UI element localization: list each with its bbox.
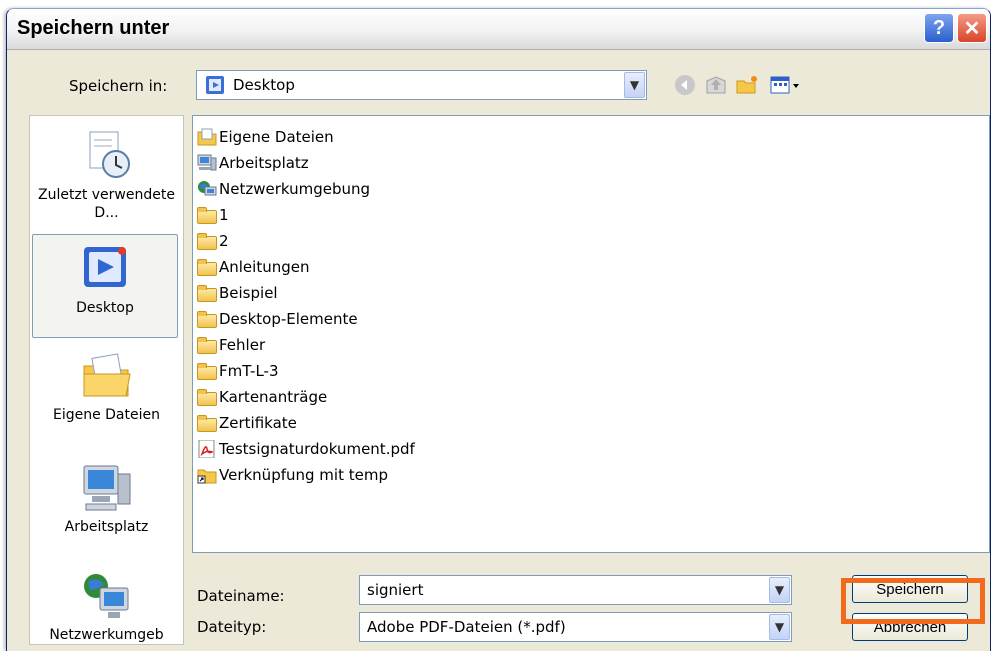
file-label: Fehler [219,336,266,354]
file-list[interactable]: Eigene Dateien Arbeitsplatz Netzwerkumge… [192,115,990,553]
list-item[interactable]: Fehler [197,332,265,358]
network-icon [197,180,217,198]
place-my-documents-label: Eigene Dateien [52,407,160,423]
filename-value: signiert [367,581,424,599]
up-folder-icon[interactable] [704,73,728,97]
filename-label: Dateiname: [197,587,285,605]
highlight-box [841,578,985,624]
network-icon [80,568,134,622]
file-label: Kartenanträge [219,388,328,406]
file-label: 1 [219,206,229,224]
chevron-down-icon[interactable]: ▼ [624,72,645,98]
place-network[interactable]: Netzwerkumgeb [30,568,183,644]
my-documents-icon [197,128,217,146]
chevron-down-icon[interactable]: ▼ [769,614,790,640]
my-documents-icon [80,348,134,402]
folder-icon [197,414,217,432]
save-in-dropdown[interactable]: Desktop ▼ [196,70,647,100]
back-icon[interactable] [673,73,697,97]
title-bar[interactable]: Speichern unter ? ✕ [7,9,990,50]
save-in-label: Speichern in: [69,77,168,95]
shortcut-folder-icon [197,466,217,484]
list-item[interactable]: Verknüpfung mit temp [197,462,388,488]
file-label: Testsignaturdokument.pdf [219,440,415,458]
file-label: Netzwerkumgebung [219,180,371,198]
list-item[interactable]: Eigene Dateien [197,124,334,150]
folder-icon [197,362,217,380]
save-as-dialog: Speichern unter ? ✕ Speichern in: Deskto… [6,8,991,651]
places-bar: Zuletzt verwendete D... Desktop Eigene D… [29,115,184,645]
file-label: Eigene Dateien [219,128,334,146]
file-label: FmT-L-3 [219,362,279,380]
my-computer-icon [80,460,134,514]
folder-icon [197,206,217,224]
chevron-down-icon[interactable]: ▼ [769,577,790,603]
folder-icon [197,336,217,354]
list-item[interactable]: 2 [197,228,229,254]
dialog-title: Speichern unter [17,17,170,39]
desktop-icon [78,241,132,295]
desktop-small-icon [205,75,225,95]
filetype-dropdown[interactable]: Adobe PDF-Dateien (*.pdf) ▼ [359,612,792,642]
list-item[interactable]: Kartenanträge [197,384,327,410]
place-recent-label: Zuletzt verwendete D... [38,187,175,221]
my-computer-icon [197,154,217,172]
file-label: Anleitungen [219,258,310,276]
file-label: Arbeitsplatz [219,154,309,172]
filetype-value: Adobe PDF-Dateien (*.pdf) [367,618,566,636]
file-label: Beispiel [219,284,278,302]
folder-icon [197,388,217,406]
filename-input[interactable]: signiert ▼ [359,575,792,605]
save-in-value: Desktop [233,76,295,94]
recent-docs-icon [80,128,134,182]
place-desktop-label: Desktop [76,300,134,316]
folder-icon [197,232,217,250]
file-label: 2 [219,232,229,250]
place-my-computer-label: Arbeitsplatz [64,519,149,535]
place-network-label: Netzwerkumgeb [49,627,164,643]
file-label: Desktop-Elemente [219,310,358,328]
list-item[interactable]: Beispiel [197,280,278,306]
folder-icon [197,284,217,302]
list-item[interactable]: Arbeitsplatz [197,150,309,176]
place-recent[interactable]: Zuletzt verwendete D... [30,128,183,222]
help-button[interactable]: ? [924,13,954,43]
list-item[interactable]: FmT-L-3 [197,358,279,384]
file-label: Verknüpfung mit temp [219,466,388,484]
list-item[interactable]: Testsignaturdokument.pdf [197,436,415,462]
pdf-file-icon [197,439,217,459]
place-my-computer[interactable]: Arbeitsplatz [30,460,183,536]
list-item[interactable]: 1 [197,202,229,228]
filetype-label: Dateityp: [197,618,267,636]
list-item[interactable]: Anleitungen [197,254,309,280]
file-label: Zertifikate [219,414,297,432]
folder-icon [197,310,217,328]
list-item[interactable]: Desktop-Elemente [197,306,358,332]
new-folder-icon[interactable] [735,73,759,97]
list-item[interactable]: Netzwerkumgebung [197,176,370,202]
view-menu-icon[interactable] [769,73,803,97]
close-button[interactable]: ✕ [957,13,987,43]
place-my-documents[interactable]: Eigene Dateien [30,348,183,424]
folder-icon [197,258,217,276]
place-desktop[interactable]: Desktop [32,234,178,338]
list-item[interactable]: Zertifikate [197,410,297,436]
